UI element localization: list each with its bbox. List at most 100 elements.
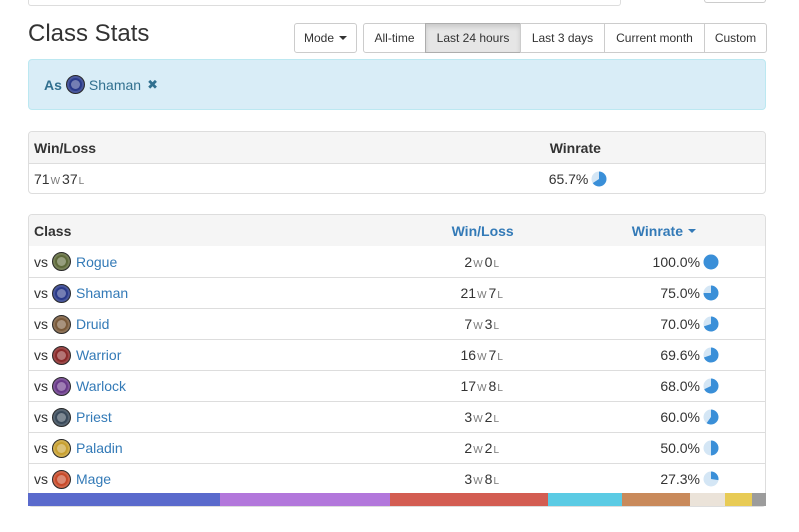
vs-label: vs bbox=[34, 347, 48, 363]
class-link-paladin[interactable]: Paladin bbox=[76, 440, 123, 456]
rogue-class-icon bbox=[52, 252, 71, 271]
winrate-pie-icon bbox=[703, 440, 719, 456]
winrate-text: 27.3% bbox=[660, 471, 701, 487]
distribution-segment bbox=[390, 493, 548, 506]
winrate-column-header[interactable]: Winrate bbox=[577, 223, 765, 239]
win-suffix: W bbox=[473, 476, 483, 487]
winrate-pie-icon bbox=[703, 316, 719, 332]
class-link-rogue[interactable]: Rogue bbox=[76, 254, 117, 270]
class-link-mage[interactable]: Mage bbox=[76, 471, 111, 487]
win-suffix: W bbox=[477, 383, 487, 394]
class-link-warlock[interactable]: Warlock bbox=[76, 378, 126, 394]
vs-label: vs bbox=[34, 440, 48, 456]
loss-suffix: L bbox=[493, 476, 499, 487]
time-range-group: All-time Last 24 hours Last 3 days Curre… bbox=[363, 23, 767, 53]
loss-suffix: L bbox=[497, 352, 503, 363]
vs-label: vs bbox=[34, 285, 48, 301]
distribution-segment bbox=[689, 493, 725, 506]
wins-value: 17 bbox=[460, 378, 477, 394]
range-current-month-button[interactable]: Current month bbox=[604, 23, 705, 53]
winloss-cell: 7W 3L bbox=[388, 316, 577, 332]
class-column-header: Class bbox=[34, 222, 72, 239]
filter-prefix: As bbox=[44, 76, 62, 93]
vs-label: vs bbox=[34, 253, 48, 270]
range-last-3-days-button[interactable]: Last 3 days bbox=[520, 23, 605, 53]
warrior-class-icon bbox=[52, 345, 71, 365]
summary-table: Win/Loss Winrate 71W 37L 65.7% bbox=[28, 131, 766, 194]
winrate-pie-icon bbox=[703, 347, 719, 363]
table-row: vs Warlock 17W 8L 68.0% bbox=[29, 370, 765, 401]
distribution-segment bbox=[28, 493, 220, 506]
losses-value: 2 bbox=[484, 440, 493, 456]
matchups-header-row: Class Win/Loss Winrate bbox=[29, 215, 765, 246]
vs-label: vs bbox=[34, 409, 48, 425]
winrate-text: 68.0% bbox=[660, 378, 701, 394]
class-filter-alert: As Shaman ✖ bbox=[28, 59, 766, 110]
winloss-column-header[interactable]: Win/Loss bbox=[388, 223, 577, 239]
winrate-pie-icon bbox=[703, 471, 719, 487]
druid-class-icon bbox=[52, 314, 71, 334]
class-cell: vs Druid bbox=[29, 314, 388, 334]
class-link-priest[interactable]: Priest bbox=[76, 409, 112, 425]
sort-desc-icon bbox=[688, 228, 696, 233]
loss-suffix: L bbox=[78, 176, 85, 187]
class-link-warrior[interactable]: Warrior bbox=[76, 347, 121, 363]
wins-value: 2 bbox=[464, 440, 473, 456]
winrate-cell: 68.0% bbox=[577, 378, 765, 394]
class-cell: vs Shaman bbox=[29, 283, 388, 303]
paladin-class-icon bbox=[52, 438, 71, 458]
range-custom-button[interactable]: Custom bbox=[704, 23, 767, 53]
top-button-edge bbox=[704, 0, 766, 3]
losses-value: 0 bbox=[484, 253, 493, 270]
loss-suffix: L bbox=[497, 290, 503, 301]
class-cell: vs Mage bbox=[29, 469, 388, 489]
table-row: vs Druid 7W 3L 70.0% bbox=[29, 308, 765, 339]
shaman-class-icon bbox=[52, 283, 71, 303]
distribution-segment bbox=[724, 493, 752, 506]
summary-winrate-text: 65.7% bbox=[548, 171, 589, 187]
class-cell: vs Paladin bbox=[29, 438, 388, 458]
mage-class-icon bbox=[52, 469, 71, 489]
filter-class-name: Shaman bbox=[88, 76, 142, 93]
summary-winrate-header: Winrate bbox=[549, 139, 601, 156]
caret-down-icon bbox=[339, 36, 348, 40]
range-all-time-button[interactable]: All-time bbox=[363, 23, 426, 53]
class-cell: vs Priest bbox=[29, 407, 388, 427]
top-panel-edge bbox=[28, 0, 621, 6]
vs-label: vs bbox=[34, 316, 48, 332]
losses-value: 8 bbox=[488, 378, 497, 394]
winrate-cell: 50.0% bbox=[577, 440, 765, 456]
table-row: vs Priest 3W 2L 60.0% bbox=[29, 401, 765, 432]
table-row: vs Warrior 16W 7L 69.6% bbox=[29, 339, 765, 370]
winrate-text: 70.0% bbox=[660, 316, 701, 332]
winrate-cell: 70.0% bbox=[577, 316, 765, 332]
win-suffix: W bbox=[473, 321, 483, 332]
summary-winloss-header: Win/Loss bbox=[34, 139, 97, 156]
priest-class-icon bbox=[52, 407, 71, 427]
matchup-rows: vs Rogue 2W 0L 100.0% vs Shaman 21W 7L 75.0% vs Dru… bbox=[29, 246, 765, 494]
page-title: Class Stats bbox=[28, 20, 150, 47]
losses-value: 7 bbox=[488, 347, 497, 363]
vs-label: vs bbox=[34, 378, 48, 394]
winrate-text: 69.6% bbox=[660, 347, 701, 363]
warlock-class-icon bbox=[52, 376, 71, 396]
winrate-text: 100.0% bbox=[652, 253, 701, 270]
winrate-cell: 27.3% bbox=[577, 471, 765, 487]
table-row: vs Shaman 21W 7L 75.0% bbox=[29, 277, 765, 308]
winrate-cell: 60.0% bbox=[577, 409, 765, 425]
shaman-class-icon bbox=[65, 75, 85, 94]
mode-dropdown-button[interactable]: Mode bbox=[294, 23, 357, 53]
winrate-cell: 69.6% bbox=[577, 347, 765, 363]
winloss-cell: 16W 7L bbox=[388, 347, 577, 363]
class-link-druid[interactable]: Druid bbox=[76, 316, 109, 332]
win-suffix: W bbox=[473, 445, 483, 456]
class-cell: vs Warrior bbox=[29, 345, 388, 365]
winloss-cell: 2W 0L bbox=[388, 254, 577, 270]
winrate-text: 75.0% bbox=[660, 285, 701, 301]
winrate-column-label: Winrate bbox=[631, 222, 683, 239]
losses-value: 7 bbox=[488, 285, 497, 301]
remove-filter-icon[interactable]: ✖ bbox=[147, 77, 158, 93]
class-link-shaman[interactable]: Shaman bbox=[76, 285, 128, 301]
range-last-24-hours-button[interactable]: Last 24 hours bbox=[425, 23, 521, 53]
winrate-pie-icon bbox=[703, 285, 719, 301]
